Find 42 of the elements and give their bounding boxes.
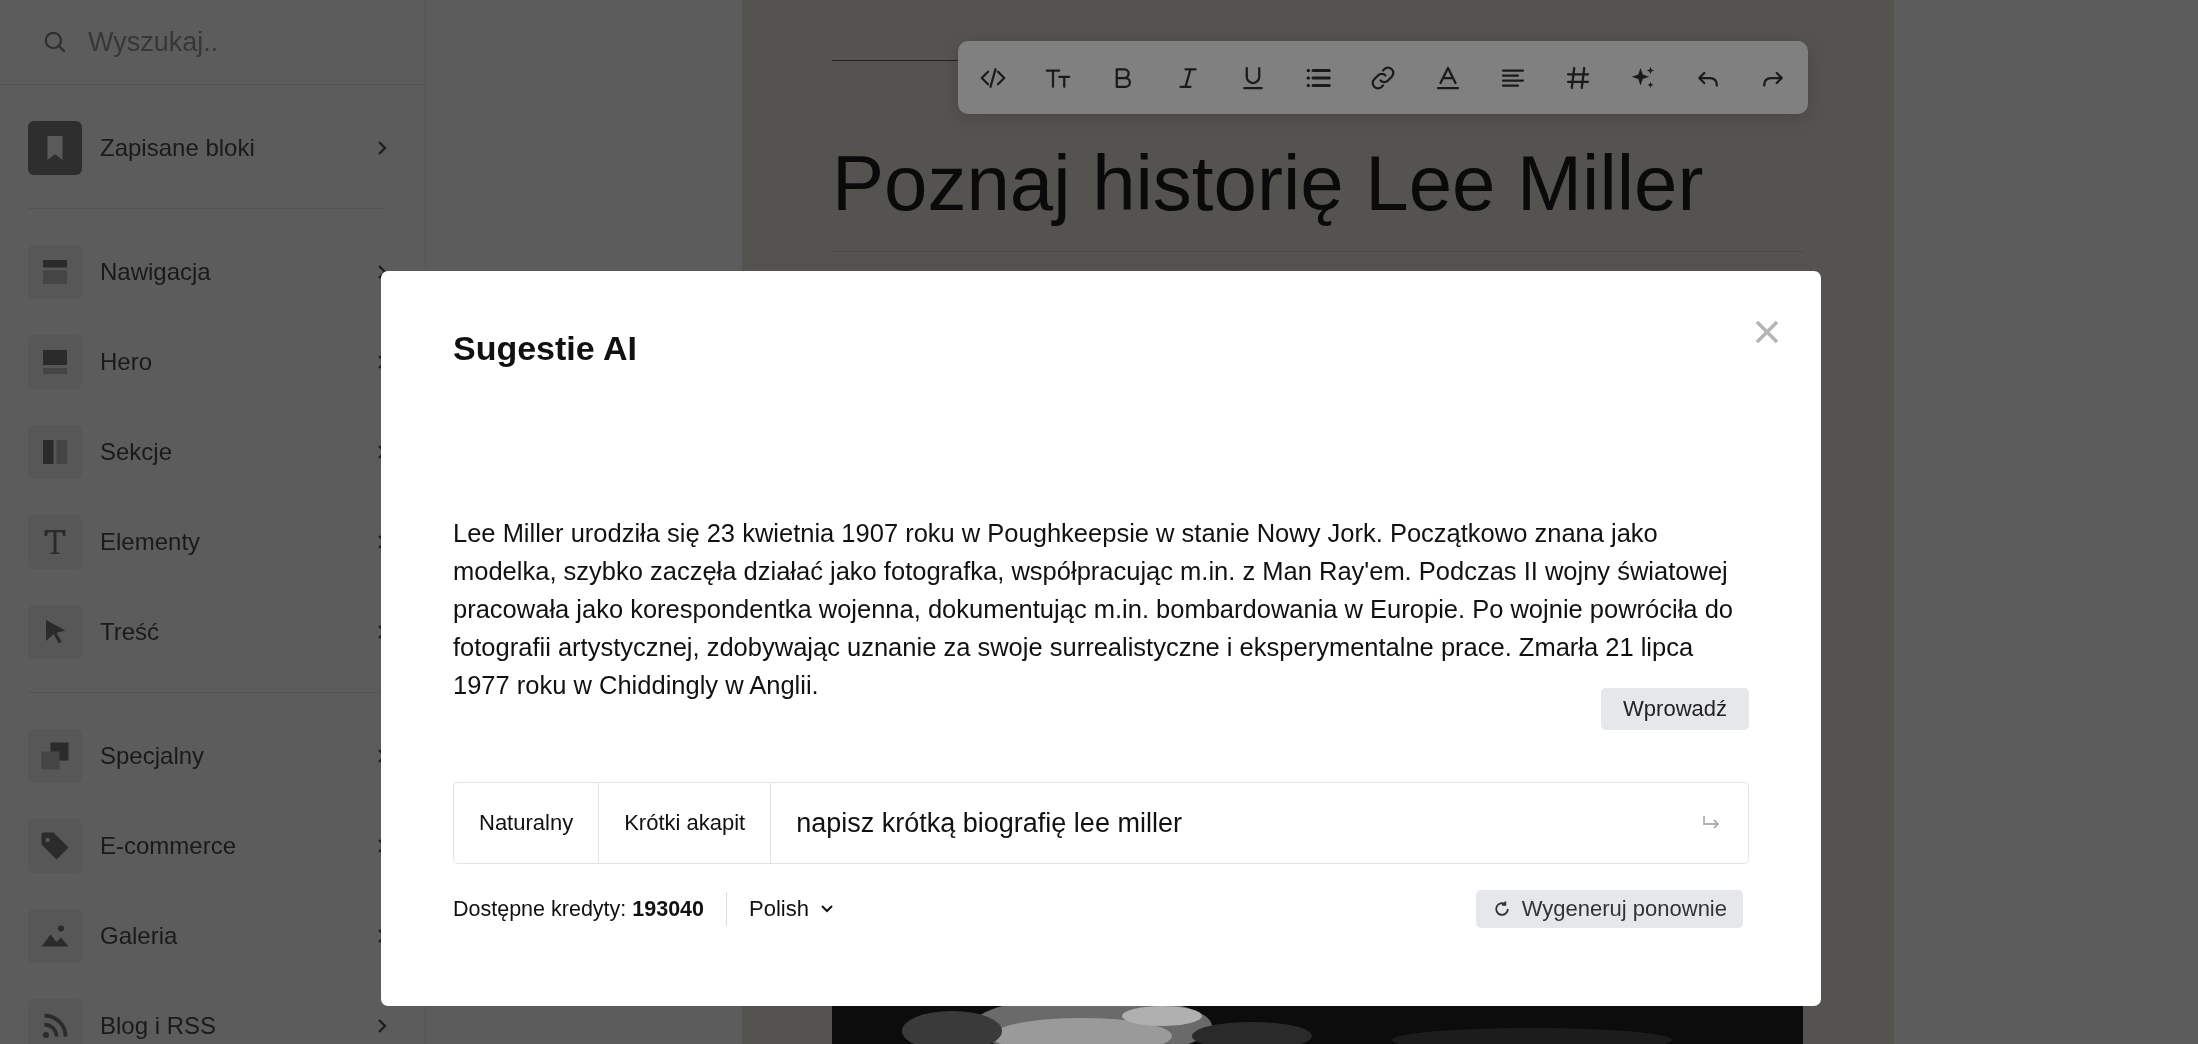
chevron-down-icon bbox=[818, 903, 835, 915]
item-label: Sekcje bbox=[100, 438, 174, 466]
item-label: Galeria bbox=[100, 922, 179, 950]
item-label: Blog i RSS bbox=[100, 1012, 218, 1040]
sidebar-item[interactable]: Blog i RSS bbox=[0, 981, 425, 1044]
sidebar-item[interactable]: Hero bbox=[0, 317, 425, 407]
sidebar-item[interactable]: Nawigacja bbox=[0, 227, 425, 317]
credits-text: Dostępne kredyty: 193040 bbox=[453, 896, 704, 922]
item-label: Zapisane bloki bbox=[100, 134, 256, 162]
item-label: Nawigacja bbox=[100, 258, 212, 286]
prompt-field[interactable]: napisz krótką biografię lee miller bbox=[771, 782, 1749, 864]
chevron-right-icon bbox=[375, 139, 389, 157]
columns-icon bbox=[28, 425, 82, 479]
hero-layout-icon bbox=[28, 335, 82, 389]
sidebar-item[interactable]: E-commerce bbox=[0, 801, 425, 891]
page-heading: Poznaj historię Lee Miller bbox=[832, 141, 1705, 227]
cursor-icon bbox=[28, 605, 82, 659]
dialog-title: Sugestie AI bbox=[453, 329, 637, 368]
bookmark-icon bbox=[28, 121, 82, 175]
chevron-right-icon bbox=[375, 1017, 389, 1035]
item-label: Specjalny bbox=[100, 742, 206, 770]
sidebar-item[interactable]: Elementy bbox=[0, 497, 425, 587]
item-label: Treść bbox=[100, 618, 161, 646]
regenerate-button[interactable]: Wygeneruj ponownie bbox=[1475, 890, 1743, 928]
style-option[interactable]: Krótki akapit bbox=[599, 782, 772, 864]
item-label: Elementy bbox=[100, 528, 202, 556]
sidebar-item[interactable]: Treść bbox=[0, 587, 425, 677]
sidebar-item[interactable]: Sekcje bbox=[0, 407, 425, 497]
item-label: E-commerce bbox=[100, 832, 238, 860]
insert-button[interactable]: Wprowadź bbox=[1601, 688, 1749, 730]
image-icon bbox=[28, 909, 82, 963]
search-icon bbox=[42, 29, 68, 55]
sidebar-item[interactable]: Specjalny bbox=[0, 711, 425, 801]
style-option[interactable]: Naturalny bbox=[453, 782, 600, 864]
item-label: Hero bbox=[100, 348, 154, 376]
sidebar-item[interactable]: Galeria bbox=[0, 891, 425, 981]
tag-icon bbox=[28, 819, 82, 873]
language-dropdown[interactable]: Polish bbox=[749, 896, 835, 922]
stacked-squares-icon bbox=[28, 729, 82, 783]
letter-t-icon bbox=[28, 515, 82, 569]
sidebar-item[interactable]: Zapisane bloki bbox=[0, 103, 425, 193]
navbar-layout-icon bbox=[28, 245, 82, 299]
